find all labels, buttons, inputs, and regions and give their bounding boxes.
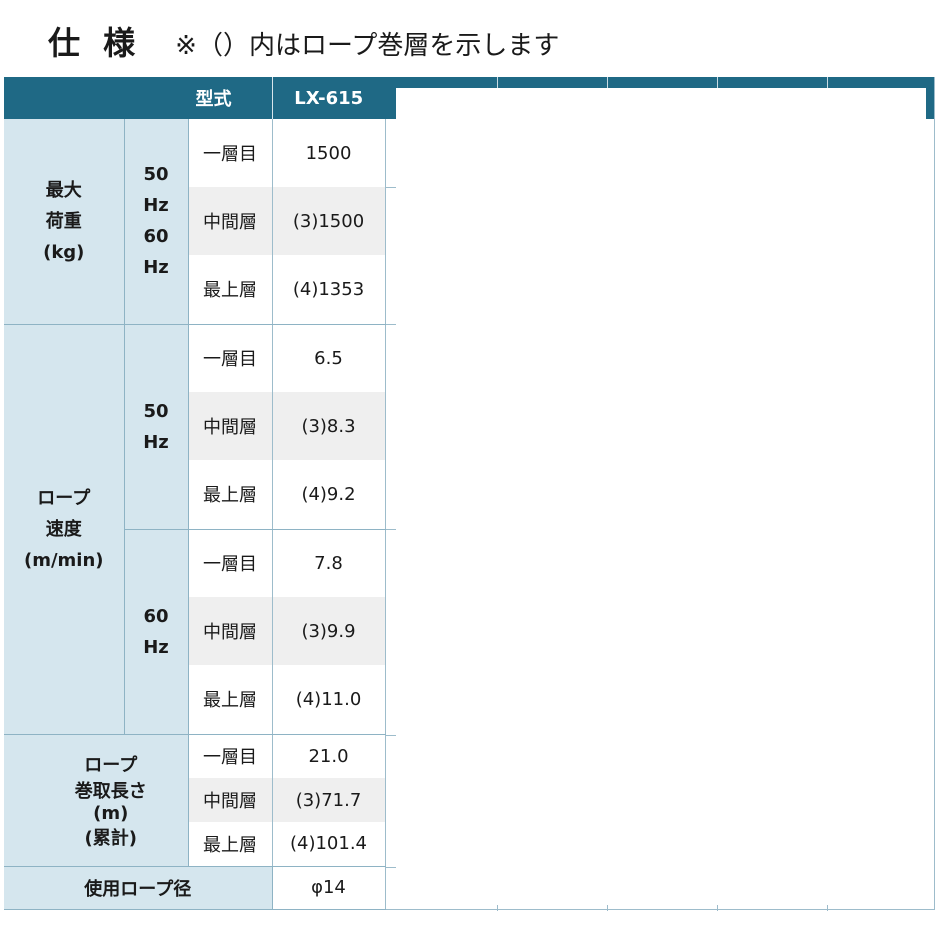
blank-panel xyxy=(396,88,926,908)
header-model-label: 型式 xyxy=(4,77,273,119)
spec-value: (4)11.0 xyxy=(272,665,386,735)
spec-value: (3)8.3 xyxy=(272,392,386,460)
table-row: ロープ 速度 (m/min) 50 Hz 一層目 6.5 xyxy=(4,324,386,735)
spec-table: 型式 LX-615 最大 荷重 (kg) 50 Hz 60 Hz 一層目 1500 中間層… xyxy=(4,77,386,910)
table-row: 最大 荷重 (kg) 50 Hz 60 Hz 一層目 1500 xyxy=(4,119,386,325)
speed-frequency-60: 60 Hz xyxy=(124,529,189,735)
layer-label: 一層目 xyxy=(188,734,273,778)
layer-label: 一層目 xyxy=(188,324,273,392)
speed-category: ロープ 速度 (m/min) xyxy=(4,324,125,735)
spec-value: 7.8 xyxy=(272,529,386,597)
spec-value: (4)101.4 xyxy=(272,822,386,867)
layer-label: 中間層 xyxy=(188,392,273,460)
length-category: ロープ 巻取長さ (m) (累計) xyxy=(4,734,189,867)
spec-value: 6.5 xyxy=(272,324,386,392)
speed-frequency-50: 50 Hz xyxy=(124,324,189,530)
page-title: 仕 様 xyxy=(48,24,142,62)
layer-label: 最上層 xyxy=(188,822,273,867)
table-row: 使用ロープ径 φ14 xyxy=(4,866,386,910)
load-frequency: 50 Hz 60 Hz xyxy=(124,119,189,325)
spec-value: 1500 xyxy=(272,119,386,187)
diameter-value: φ14 xyxy=(272,866,386,910)
spec-value: (3)9.9 xyxy=(272,597,386,665)
layer-label: 中間層 xyxy=(188,187,273,255)
heading-note: ※（）内はロープ巻層を示します xyxy=(175,31,560,61)
layer-label: 最上層 xyxy=(188,255,273,325)
layer-label: 一層目 xyxy=(188,529,273,597)
layer-label: 一層目 xyxy=(188,119,273,187)
table-row: ロープ 巻取長さ (m) (累計) 一層目 21.0 xyxy=(4,734,386,867)
diameter-label: 使用ロープ径 xyxy=(4,866,273,910)
layer-label: 最上層 xyxy=(188,460,273,530)
layer-label: 中間層 xyxy=(188,778,273,822)
spec-value: (4)9.2 xyxy=(272,460,386,530)
spec-value: (3)1500 xyxy=(272,187,386,255)
spec-value: (4)1353 xyxy=(272,255,386,325)
table-header-row: 型式 LX-615 xyxy=(4,77,385,119)
load-category: 最大 荷重 (kg) xyxy=(4,119,125,325)
header-model-name: LX-615 xyxy=(272,77,385,119)
page-heading: 仕 様 ※（）内はロープ巻層を示します xyxy=(48,18,559,62)
layer-label: 中間層 xyxy=(188,597,273,665)
spec-value: 21.0 xyxy=(272,734,386,778)
spec-value: (3)71.7 xyxy=(272,778,386,822)
layer-label: 最上層 xyxy=(188,665,273,735)
